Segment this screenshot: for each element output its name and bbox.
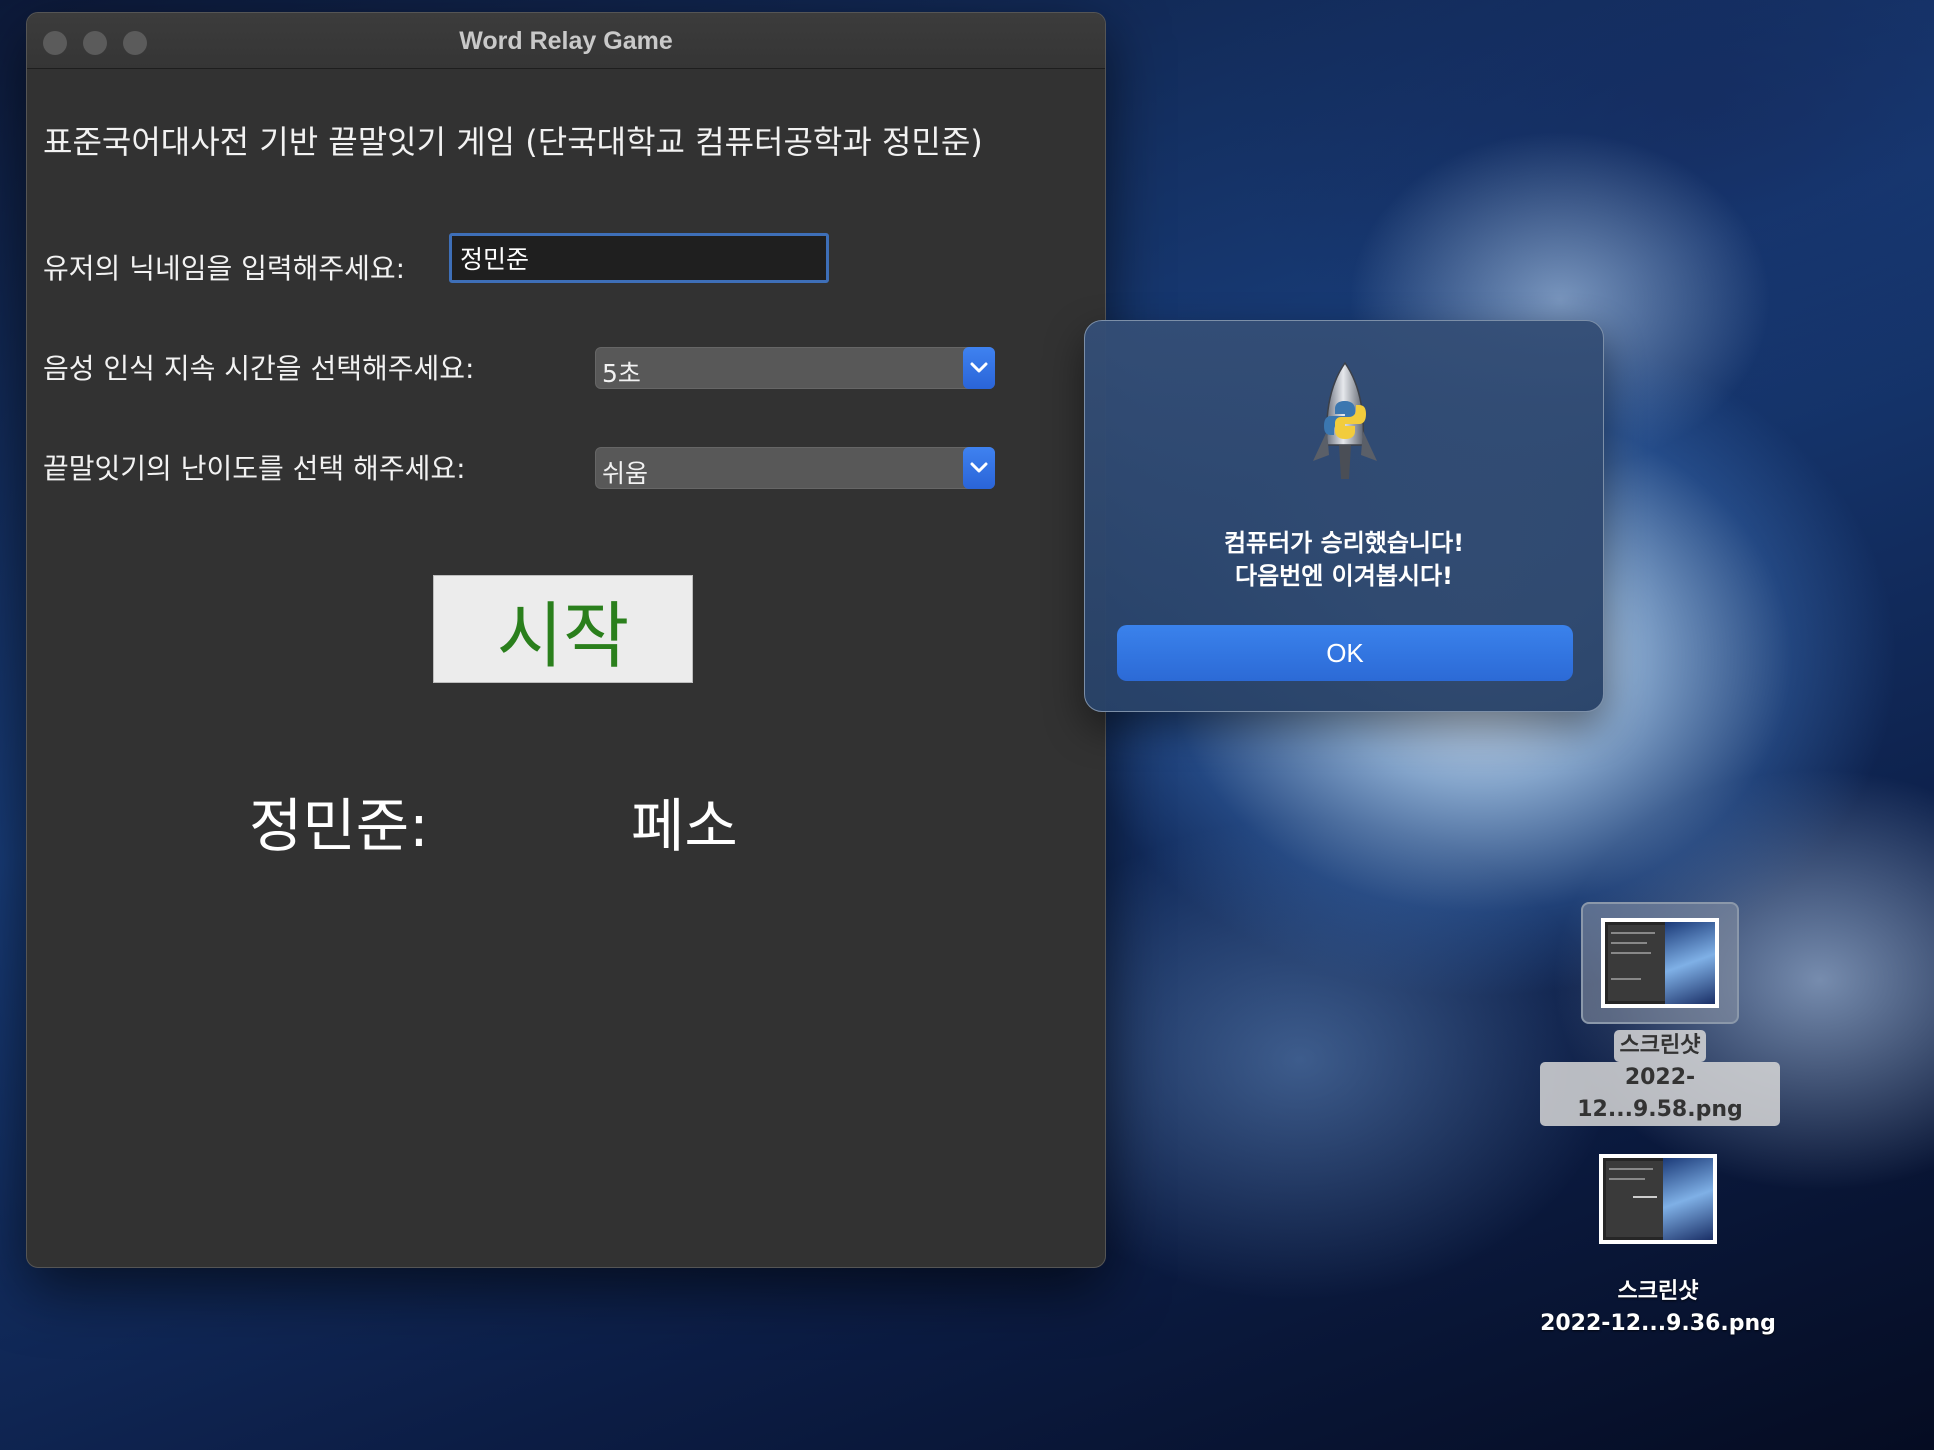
file-name-line1: 스크린샷 bbox=[1617, 1279, 1699, 1304]
python-rocket-icon bbox=[1309, 361, 1381, 485]
current-word: 페소 bbox=[631, 792, 738, 860]
chevron-down-icon[interactable] bbox=[963, 447, 995, 489]
ok-button[interactable]: OK bbox=[1117, 625, 1573, 681]
start-button[interactable]: 시작 bbox=[433, 575, 693, 683]
desktop-file-screenshot-2[interactable]: 스크린샷 2022-12...9.36.png bbox=[1538, 1154, 1778, 1340]
app-window: Word Relay Game 표준국어대사전 기반 끝말잇기 게임 (단국대학… bbox=[26, 12, 1106, 1268]
window-title: Word Relay Game bbox=[459, 27, 673, 55]
nickname-input[interactable] bbox=[449, 233, 829, 283]
image-thumbnail-icon bbox=[1599, 1154, 1717, 1244]
file-name-line1: 스크린샷 bbox=[1613, 1030, 1707, 1062]
alert-message-line2: 다음번엔 이겨봅시다! bbox=[1234, 562, 1454, 590]
difficulty-selected-value: 쉬움 bbox=[602, 459, 649, 488]
nickname-label: 유저의 닉네임을 입력해주세요: bbox=[43, 252, 406, 285]
file-name-line2: 2022-12...9.58.png bbox=[1540, 1062, 1780, 1126]
player-name-label: 정민준: bbox=[249, 792, 429, 860]
file-name: 스크린샷 2022-12...9.58.png bbox=[1540, 1030, 1780, 1126]
duration-label: 음성 인식 지속 시간을 선택해주세요: bbox=[43, 352, 475, 385]
image-thumbnail-icon bbox=[1601, 918, 1719, 1008]
title-bar[interactable]: Word Relay Game bbox=[27, 13, 1105, 69]
file-name: 스크린샷 2022-12...9.36.png bbox=[1538, 1276, 1778, 1340]
desktop-file-screenshot-1[interactable]: 스크린샷 2022-12...9.58.png bbox=[1540, 902, 1780, 1126]
alert-message-line1: 컴퓨터가 승리했습니다! bbox=[1223, 529, 1465, 557]
difficulty-select[interactable]: 쉬움 bbox=[595, 447, 995, 489]
duration-select[interactable]: 5초 bbox=[595, 347, 995, 389]
page-heading: 표준국어대사전 기반 끝말잇기 게임 (단국대학교 컴퓨터공학과 정민준) bbox=[43, 123, 983, 161]
alert-message: 컴퓨터가 승리했습니다! 다음번엔 이겨봅시다! bbox=[1085, 527, 1603, 593]
file-name-line2: 2022-12...9.36.png bbox=[1540, 1311, 1776, 1336]
duration-selected-value: 5초 bbox=[602, 359, 641, 388]
alert-dialog: 컴퓨터가 승리했습니다! 다음번엔 이겨봅시다! OK bbox=[1084, 320, 1604, 712]
difficulty-label: 끝말잇기의 난이도를 선택 해주세요: bbox=[43, 452, 466, 485]
chevron-down-icon[interactable] bbox=[963, 347, 995, 389]
file-thumbnail-selection bbox=[1581, 902, 1739, 1024]
